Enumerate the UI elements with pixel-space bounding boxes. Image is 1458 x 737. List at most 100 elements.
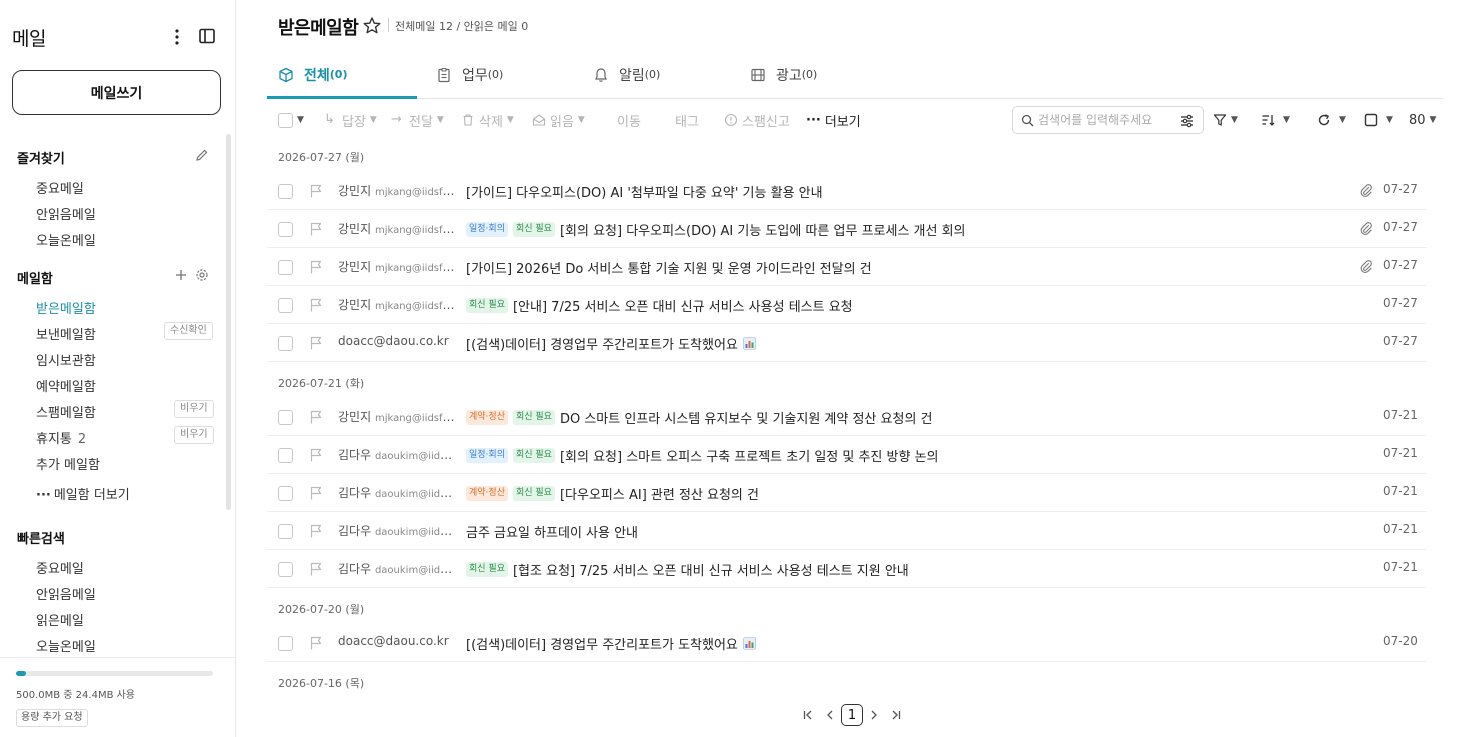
mail-row[interactable]: 김다우 daoukim@iidsf... 금주 금요일 하프데이 사용 안내 07-…: [267, 512, 1427, 550]
sort-dropdown[interactable]: ▼: [1261, 104, 1290, 136]
flag-icon[interactable]: [308, 183, 324, 199]
request-storage-button[interactable]: 용량 추가 요청: [16, 709, 88, 727]
sidebar-item-today[interactable]: 오늘온메일: [36, 230, 96, 249]
mark-read-button[interactable]: 읽음 ▼: [532, 104, 585, 136]
flag-icon[interactable]: [308, 297, 324, 313]
last-page-icon[interactable]: [885, 704, 907, 726]
tab-notifications[interactable]: 알림 (0): [593, 50, 660, 99]
tab-all[interactable]: 전체 (0): [278, 50, 347, 99]
mail-subject-line[interactable]: 일정·회의 회신 필요 [회의 요청] 다우오피스(DO) AI 기능 도입에 따른…: [466, 220, 966, 239]
prev-page-icon[interactable]: [819, 704, 841, 726]
settings-gear-icon[interactable]: [195, 268, 209, 282]
flag-icon[interactable]: [308, 221, 324, 237]
mail-checkbox[interactable]: [278, 448, 293, 463]
mail-checkbox[interactable]: [278, 524, 293, 539]
add-mailbox-link[interactable]: 추가 메일함: [36, 454, 100, 473]
refresh-dropdown[interactable]: ▼: [1317, 104, 1346, 136]
mail-subject-line[interactable]: 계약·정산 회신 필요 DO 스마트 인프라 시스템 유지보수 및 기술지원 계약 …: [466, 408, 933, 427]
mail-row[interactable]: 강민지 mjkang@iidsfn1... 일정·회의 회신 필요 [회의 요청] 다…: [267, 210, 1427, 248]
flag-icon[interactable]: [308, 485, 324, 501]
mail-subject-line[interactable]: 일정·회의 회신 필요 [회의 요청] 스마트 오피스 구축 프로젝트 초기 일정 …: [466, 446, 939, 465]
flag-icon[interactable]: [308, 561, 324, 577]
sidebar-item-drafts[interactable]: 임시보관함: [36, 350, 96, 369]
flag-icon[interactable]: [308, 447, 324, 463]
first-page-icon[interactable]: [797, 704, 819, 726]
flag-icon[interactable]: [308, 635, 324, 651]
sidebar-item-unread[interactable]: 안읽음메일: [36, 204, 96, 223]
mail-subject-line[interactable]: 계약·정산 회신 필요 [다우오피스 AI] 관련 정산 요청의 건: [466, 484, 759, 503]
select-all-checkbox[interactable]: [278, 112, 293, 128]
filter-dropdown[interactable]: ▼: [1213, 104, 1238, 136]
mail-checkbox[interactable]: [278, 260, 293, 275]
mail-subject-line[interactable]: 회신 필요 [협조 요청] 7/25 서비스 오픈 대비 신규 서비스 사용성 테…: [466, 560, 909, 579]
delete-button[interactable]: 삭제 ▼: [461, 104, 514, 136]
move-button[interactable]: 이동: [617, 104, 641, 136]
flag-icon[interactable]: [308, 523, 324, 539]
mail-checkbox[interactable]: [278, 298, 293, 313]
sidebar-toggle-icon[interactable]: [198, 27, 216, 45]
sidebar-item-scheduled[interactable]: 예약메일함: [36, 376, 96, 395]
mail-subject-line[interactable]: [(검색)데이터] 경영업무 주간리포트가 도착했어요: [466, 634, 756, 653]
read-receipt-badge[interactable]: 수신확인: [164, 322, 213, 340]
compose-button[interactable]: 메일쓰기: [12, 70, 221, 115]
tab-work[interactable]: 업무 (0): [436, 50, 503, 99]
search-input[interactable]: [1038, 113, 1166, 127]
flag-icon[interactable]: [308, 409, 324, 425]
mail-subject-line[interactable]: 금주 금요일 하프데이 사용 안내: [466, 522, 638, 541]
quick-search-read[interactable]: 읽은메일: [36, 610, 84, 629]
mail-row[interactable]: 김다우 daoukim@iidsf... 계약·정산 회신 필요 [다우오피스 AI]…: [267, 474, 1427, 512]
mail-subject-line[interactable]: [가이드] 다우오피스(DO) AI '첨부파일 다중 요약' 기능 활용 안내: [466, 182, 823, 201]
mail-checkbox[interactable]: [278, 410, 293, 425]
select-all-dropdown[interactable]: ▼: [278, 104, 304, 136]
next-page-icon[interactable]: [863, 704, 885, 726]
mail-row[interactable]: doacc@daou.co.kr [(검색)데이터] 경영업무 주간리포트가 도착…: [267, 624, 1427, 662]
mail-checkbox[interactable]: [278, 336, 293, 351]
more-mailboxes-link[interactable]: ··· 메일함 더보기: [36, 484, 130, 503]
mail-subject-line[interactable]: [(검색)데이터] 경영업무 주간리포트가 도착했어요: [466, 334, 756, 353]
quick-search-today[interactable]: 오늘온메일: [36, 636, 96, 655]
mail-row[interactable]: 김다우 daoukim@iidsf... 회신 필요 [협조 요청] 7/25 서비…: [267, 550, 1427, 588]
forward-button[interactable]: → 전달 ▼: [391, 104, 444, 136]
sidebar-item-important[interactable]: 중요메일: [36, 178, 84, 197]
sender-email: daoukim@iidsf...: [374, 527, 456, 538]
mail-row[interactable]: 김다우 daoukim@iidsf... 일정·회의 회신 필요 [회의 요청] 스마…: [267, 436, 1427, 474]
kebab-menu-icon[interactable]: [170, 26, 184, 48]
mail-sender: 강민지 mjkang@iidsfn1...: [338, 220, 456, 237]
quick-search-important[interactable]: 중요메일: [36, 558, 84, 577]
quick-search-unread[interactable]: 안읽음메일: [36, 584, 96, 603]
empty-trash-button[interactable]: 비우기: [174, 426, 214, 444]
mail-checkbox[interactable]: [278, 636, 293, 651]
page-size-dropdown[interactable]: 80 ▼: [1409, 104, 1436, 136]
view-mode-dropdown[interactable]: ▼: [1364, 104, 1393, 136]
report-spam-button[interactable]: 스팸신고: [724, 104, 790, 136]
reply-button[interactable]: ↳ 답장 ▼: [324, 104, 377, 136]
add-icon[interactable]: [174, 268, 188, 282]
sidebar-item-spam[interactable]: 스팸메일함: [36, 402, 96, 421]
mail-row[interactable]: 강민지 mjkang@iidsfn1... 회신 필요 [안내] 7/25 서비스 …: [267, 286, 1427, 324]
attachment-icon: [1359, 221, 1373, 235]
mail-checkbox[interactable]: [278, 184, 293, 199]
sidebar-item-sent[interactable]: 보낸메일함: [36, 324, 96, 343]
more-button[interactable]: ··· 더보기: [806, 104, 861, 136]
mail-subject-line[interactable]: 회신 필요 [안내] 7/25 서비스 오픈 대비 신규 서비스 사용성 테스트 …: [466, 296, 853, 315]
mail-row[interactable]: doacc@daou.co.kr [(검색)데이터] 경영업무 주간리포트가 도착…: [267, 324, 1427, 362]
flag-icon[interactable]: [308, 335, 324, 351]
mail-checkbox[interactable]: [278, 486, 293, 501]
empty-spam-button[interactable]: 비우기: [174, 400, 214, 418]
mail-row[interactable]: 강민지 mjkang@iidsfn1... [가이드] 다우오피스(DO) AI …: [267, 172, 1427, 210]
tag-button[interactable]: 태그: [675, 104, 699, 136]
mail-row[interactable]: 강민지 mjkang@iidsfn1... [가이드] 2026년 Do 서비스 …: [267, 248, 1427, 286]
current-page[interactable]: 1: [841, 704, 863, 726]
mail-checkbox[interactable]: [278, 562, 293, 577]
mail-tag: 계약·정산: [466, 486, 508, 501]
edit-icon[interactable]: [195, 148, 209, 162]
mail-row[interactable]: 강민지 mjkang@iidsfn1... 계약·정산 회신 필요 DO 스마트 인프…: [267, 398, 1427, 436]
sidebar-item-inbox[interactable]: 받은메일함: [36, 298, 96, 317]
mail-checkbox[interactable]: [278, 222, 293, 237]
star-icon[interactable]: [362, 16, 382, 36]
mail-subject-line[interactable]: [가이드] 2026년 Do 서비스 통합 기술 지원 및 운영 가이드라인 전…: [466, 258, 872, 277]
filter-options-icon[interactable]: [1179, 113, 1195, 129]
sidebar-item-trash[interactable]: 휴지통 2: [36, 428, 86, 447]
flag-icon[interactable]: [308, 259, 324, 275]
tab-ads[interactable]: 광고 (0): [750, 50, 817, 99]
